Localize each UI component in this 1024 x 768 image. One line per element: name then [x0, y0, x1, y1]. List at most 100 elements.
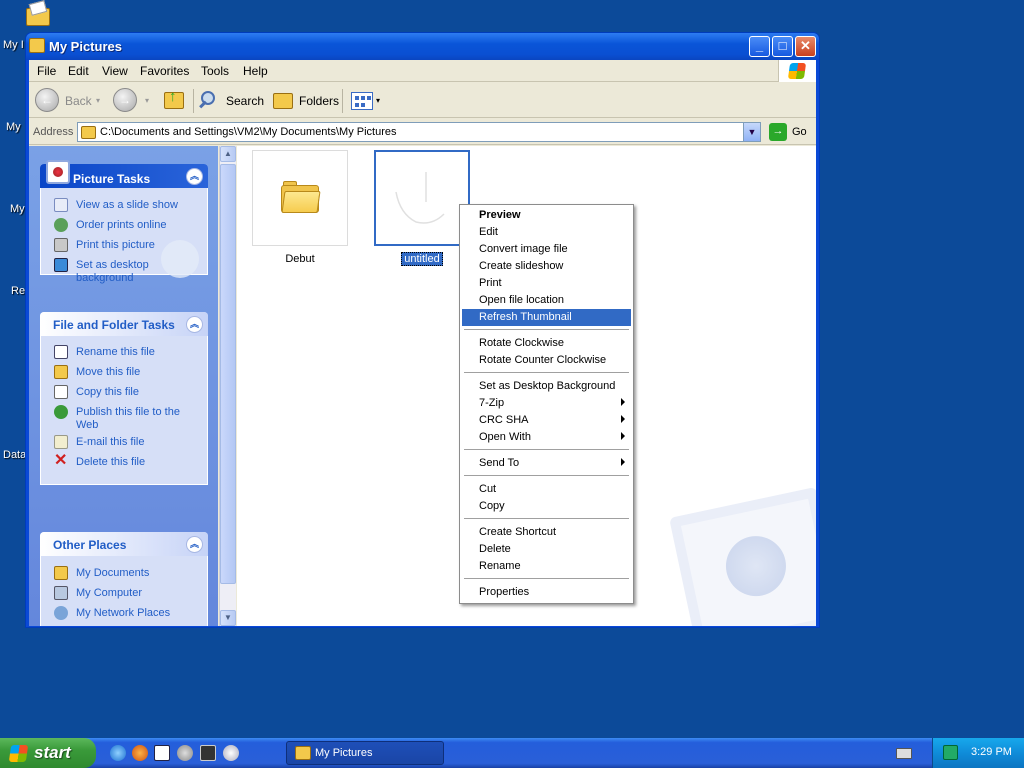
minimize-button[interactable]: _: [749, 36, 770, 57]
scroll-thumb[interactable]: [220, 164, 236, 584]
file-folder-tasks-header[interactable]: File and Folder Tasks ︽: [40, 312, 208, 336]
printer-icon: [54, 238, 68, 252]
up-arrow-icon: ↑: [169, 88, 177, 105]
up-folder-button[interactable]: ↑: [162, 88, 188, 114]
menu-item-copy[interactable]: Copy: [462, 498, 631, 515]
menu-item-properties[interactable]: Properties: [462, 584, 631, 601]
media-app-icon[interactable]: [200, 745, 216, 761]
menu-item-send-to[interactable]: Send To: [462, 455, 631, 472]
file-folder-tasks-panel: File and Folder Tasks ︽ Rename this file…: [40, 312, 208, 485]
desktop-label-4[interactable]: Re: [11, 285, 25, 297]
collapse-chevron-icon[interactable]: ︽: [186, 316, 203, 333]
menu-item-crc-sha[interactable]: CRC SHA: [462, 412, 631, 429]
menu-item-delete[interactable]: Delete: [462, 541, 631, 558]
address-dropdown-icon[interactable]: ▼: [743, 123, 760, 141]
network-tray-icon[interactable]: [943, 745, 958, 760]
menu-item-rename[interactable]: Rename: [462, 558, 631, 575]
address-value: C:\Documents and Settings\VM2\My Documen…: [100, 126, 397, 138]
menu-item-preview[interactable]: Preview: [462, 207, 631, 224]
menu-item-create-shortcut[interactable]: Create Shortcut: [462, 524, 631, 541]
close-button[interactable]: ✕: [795, 36, 816, 57]
menu-view[interactable]: View: [102, 64, 128, 78]
desktop-label-1[interactable]: My I: [3, 39, 24, 51]
firefox-icon[interactable]: [132, 745, 148, 761]
toolbar: ← Back ▾ → ▾ ↑ Search Folders ▾: [29, 83, 816, 118]
rename-icon: [54, 345, 68, 359]
settings-gear-icon[interactable]: [177, 745, 193, 761]
menu-item-rotate-counter-clockwise[interactable]: Rotate Counter Clockwise: [462, 352, 631, 369]
submenu-arrow-icon: [621, 458, 625, 466]
views-button[interactable]: ▾: [349, 88, 385, 114]
desktop-icon-top[interactable]: [24, 0, 52, 28]
clock[interactable]: 3:29 PM: [971, 746, 1012, 758]
scroll-up-icon[interactable]: ▲: [220, 146, 236, 162]
picture-tasks-body: View as a slide show Order prints online…: [40, 188, 208, 284]
collapse-chevron-icon[interactable]: ︽: [186, 168, 203, 185]
menu-separator: [464, 329, 629, 330]
title-bar[interactable]: My Pictures _ □ ✕: [26, 33, 819, 60]
search-button[interactable]: Search: [199, 88, 265, 114]
picture-tasks-header[interactable]: Picture Tasks ︽: [40, 160, 208, 188]
menu-help[interactable]: Help: [243, 64, 268, 78]
network-icon: [54, 606, 68, 620]
folders-button[interactable]: Folders: [271, 88, 339, 114]
menu-item-set-desktop-background[interactable]: Set as Desktop Background: [462, 378, 631, 395]
menu-item-cut[interactable]: Cut: [462, 481, 631, 498]
back-button[interactable]: ← Back ▾: [35, 88, 105, 114]
publish-globe-icon: [54, 405, 68, 419]
menu-item-refresh-thumbnail[interactable]: Refresh Thumbnail: [462, 309, 631, 326]
my-documents-icon: [54, 566, 68, 580]
folder-icon: [281, 181, 321, 213]
thumbnail-frame[interactable]: [252, 150, 348, 246]
menu-tools[interactable]: Tools: [201, 64, 229, 78]
menu-item-open-with[interactable]: Open With: [462, 429, 631, 446]
cube-app-icon[interactable]: [154, 745, 170, 761]
context-menu: Preview Edit Convert image file Create s…: [459, 204, 634, 604]
menu-file[interactable]: File: [37, 64, 56, 78]
scroll-down-icon[interactable]: ▼: [220, 610, 236, 626]
menu-favorites[interactable]: Favorites: [140, 64, 189, 78]
address-input[interactable]: C:\Documents and Settings\VM2\My Documen…: [77, 122, 761, 142]
explorer-window: My Pictures _ □ ✕ File Edit View Favorit…: [25, 32, 820, 628]
pictures-watermark: [669, 486, 816, 626]
other-places-body: My Documents My Computer My Network Plac…: [40, 556, 208, 626]
menu-item-convert-image[interactable]: Convert image file: [462, 241, 631, 258]
player-icon[interactable]: [223, 745, 239, 761]
menu-item-7zip[interactable]: 7-Zip: [462, 395, 631, 412]
start-button[interactable]: start: [0, 738, 96, 768]
panel-watermark: [161, 240, 199, 278]
other-places-header[interactable]: Other Places ︽: [40, 532, 208, 556]
views-dropdown-icon[interactable]: ▾: [376, 96, 380, 105]
task-pane: Picture Tasks ︽ View as a slide show Ord…: [29, 146, 218, 626]
windows-logo: [778, 60, 816, 82]
menu-item-open-file-location[interactable]: Open file location: [462, 292, 631, 309]
collapse-chevron-icon[interactable]: ︽: [186, 536, 203, 553]
back-dropdown-icon[interactable]: ▾: [96, 96, 100, 105]
other-places-panel: Other Places ︽ My Documents My Computer …: [40, 532, 208, 626]
forward-dropdown-icon[interactable]: ▾: [145, 96, 149, 105]
task-pane-scrollbar[interactable]: ▲ ▼: [219, 146, 236, 626]
desktop-label-5[interactable]: Data: [3, 449, 26, 461]
menu-item-rotate-clockwise[interactable]: Rotate Clockwise: [462, 335, 631, 352]
thumbnail-frame-selected[interactable]: [374, 150, 470, 246]
file-name: Debut: [285, 253, 315, 265]
taskbar-window-my-pictures[interactable]: My Pictures: [286, 741, 444, 765]
keyboard-icon[interactable]: [896, 748, 912, 759]
menu-item-create-slideshow[interactable]: Create slideshow: [462, 258, 631, 275]
submenu-arrow-icon: [621, 432, 625, 440]
desktop-label-3[interactable]: My: [10, 203, 25, 215]
window-title: My Pictures: [49, 39, 122, 54]
file-name-selected: untitled: [374, 252, 470, 266]
menu-item-edit[interactable]: Edit: [462, 224, 631, 241]
internet-explorer-icon[interactable]: [110, 745, 126, 761]
menu-item-print[interactable]: Print: [462, 275, 631, 292]
file-folder-tasks-body: Rename this file Move this file Copy thi…: [40, 336, 208, 485]
go-arrow-icon: →: [769, 123, 787, 141]
menu-separator: [464, 578, 629, 579]
globe-icon: [54, 218, 68, 232]
folder-icon: [81, 126, 96, 139]
desktop-label-2[interactable]: My: [6, 121, 21, 133]
forward-button[interactable]: → ▾: [113, 88, 153, 114]
menu-edit[interactable]: Edit: [68, 64, 89, 78]
maximize-button[interactable]: □: [772, 36, 793, 57]
